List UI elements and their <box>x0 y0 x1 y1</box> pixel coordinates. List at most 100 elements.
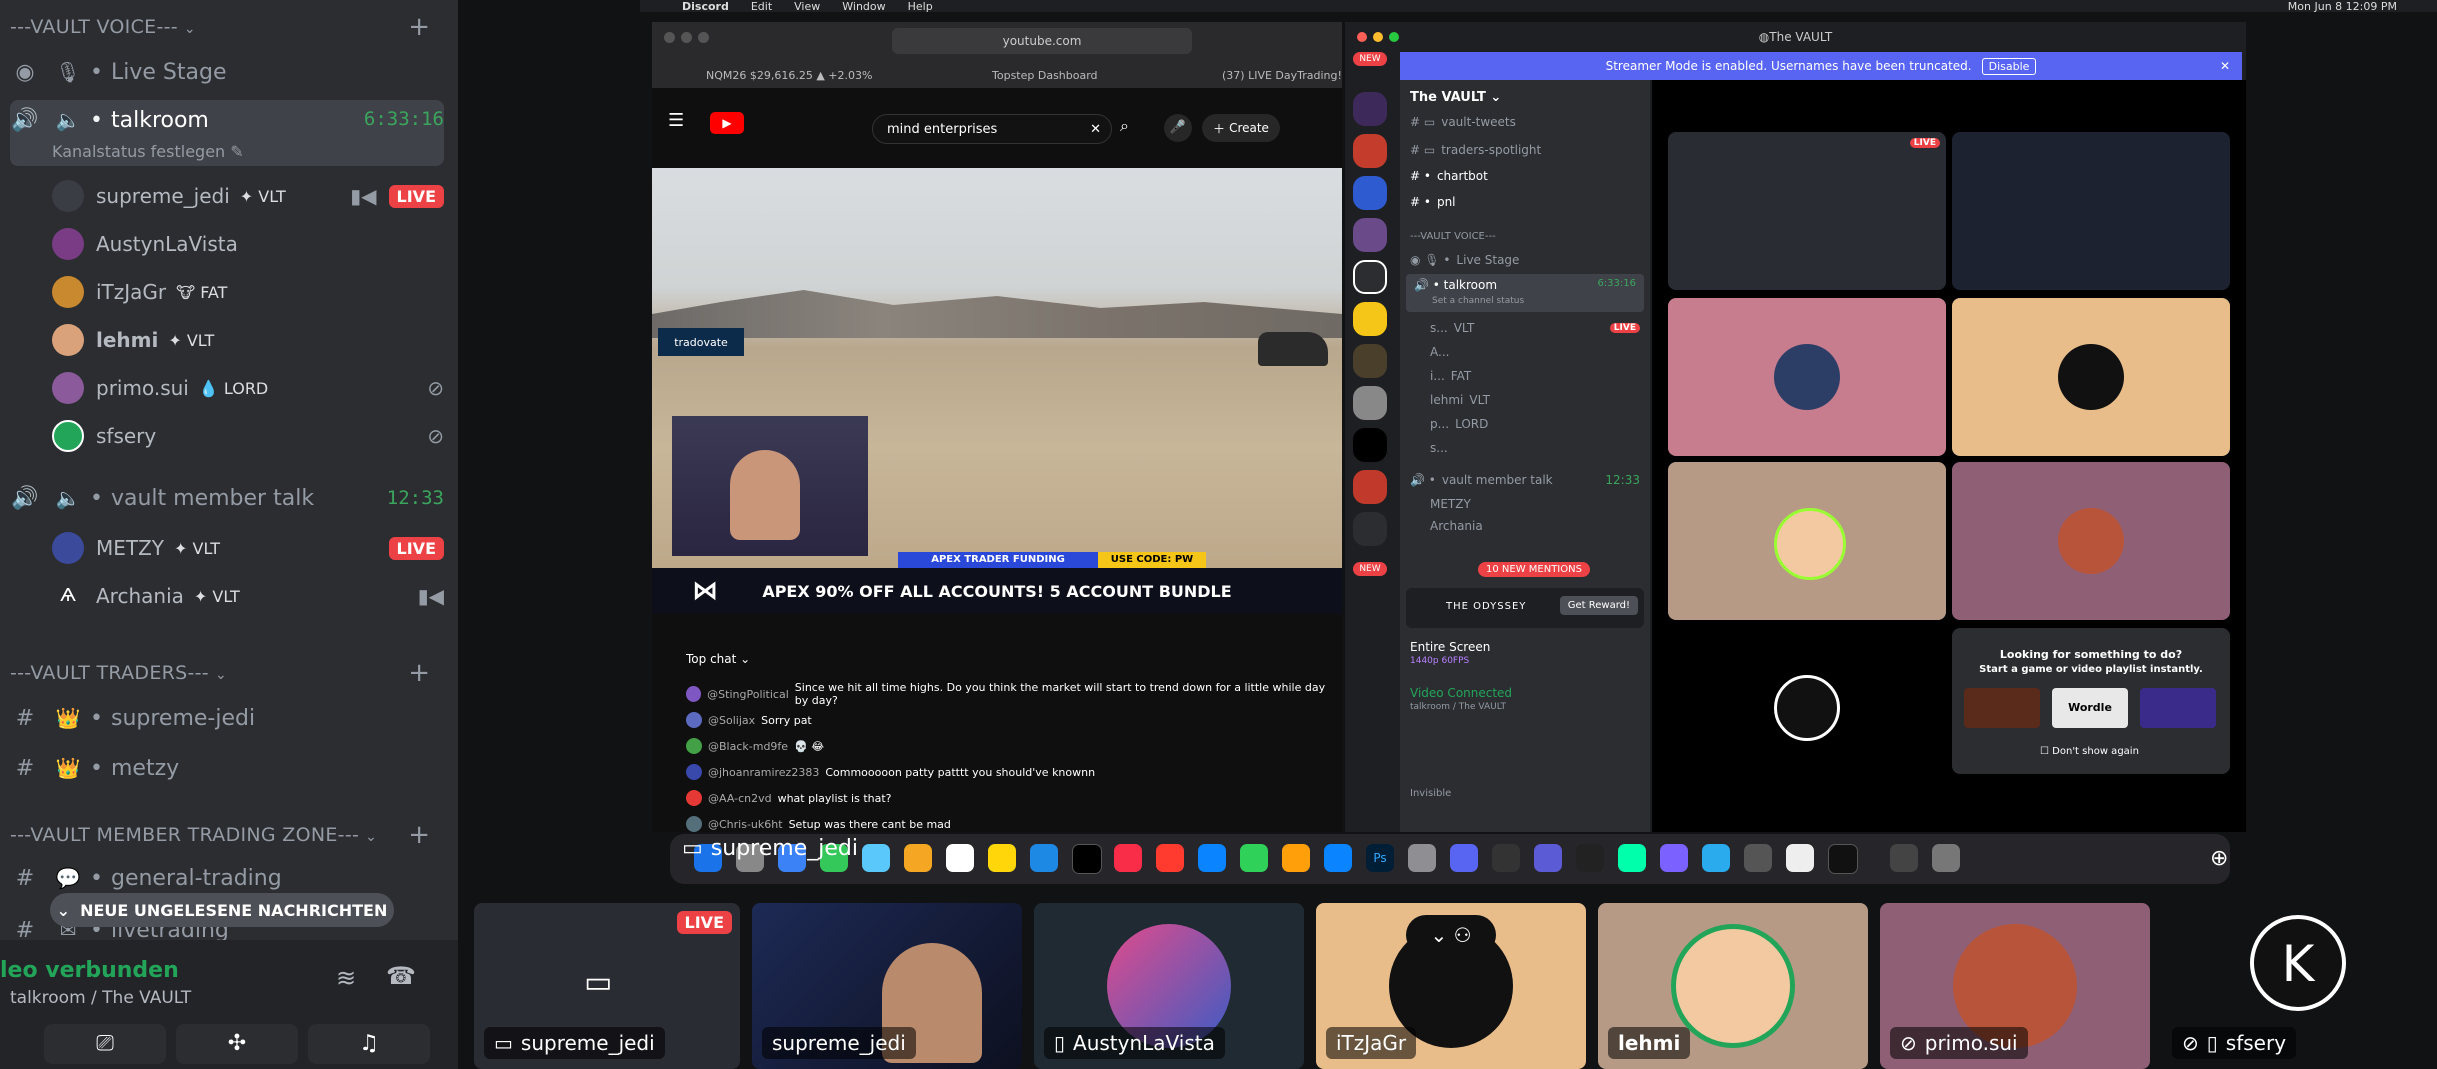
calendar-icon[interactable] <box>946 844 974 872</box>
mini-user-tile[interactable] <box>1668 298 1946 456</box>
server-icon[interactable] <box>1353 386 1387 420</box>
zoom-dot[interactable] <box>1389 32 1399 42</box>
category-vault-traders[interactable]: ---VAULT TRADERS--- ⌄ <box>10 662 227 684</box>
app-icon[interactable] <box>1618 844 1646 872</box>
address-bar[interactable]: youtube.com <box>892 28 1192 54</box>
music-icon[interactable] <box>1114 844 1142 872</box>
server-icon[interactable] <box>1353 302 1387 336</box>
video-player[interactable]: tradovate APEX TRADER FUNDING USE CODE: … <box>652 168 1342 568</box>
hamburger-menu-icon[interactable]: ☰ <box>668 110 684 131</box>
screen-share-button[interactable]: ⎚ <box>44 1024 166 1064</box>
browser-tab[interactable]: Topstep Dashboard <box>992 64 1098 86</box>
channel-supreme-jedi[interactable]: # 👑 • supreme-jedi <box>10 696 444 740</box>
mini-voice-user[interactable]: p... LORD <box>1430 414 1640 434</box>
top-chat-dropdown[interactable]: Top chat ⌄ <box>686 652 750 666</box>
noise-suppression-icon[interactable]: ≋ <box>336 964 356 992</box>
entire-screen-item[interactable]: Entire Screen <box>1410 640 1490 654</box>
browser-tab[interactable]: NQM26 $29,616.25 ▲ +2.03% <box>706 64 872 86</box>
new-unread-messages-pill[interactable]: ⌄ NEUE UNGELESENE NACHRICHTEN <box>50 893 394 927</box>
mini-channel[interactable]: # ▭ traders-spotlight <box>1410 140 1640 160</box>
disconnect-icon[interactable]: ☎ <box>386 962 416 990</box>
server-icon[interactable] <box>1353 218 1387 252</box>
channel-metzy[interactable]: # 👑 • metzy <box>10 746 444 790</box>
app-icon[interactable] <box>1534 844 1562 872</box>
mini-talkroom-active[interactable]: 🔊 • talkroom 6:33:16 Set a channel statu… <box>1406 274 1644 312</box>
participant-tile[interactable]: ▯ AustynLaVista <box>1034 903 1304 1069</box>
mini-stream-tile[interactable]: LIVE <box>1668 132 1946 290</box>
app-icon[interactable] <box>1576 844 1604 872</box>
mini-camera-tile[interactable] <box>1952 132 2230 290</box>
voice-search-icon[interactable]: 🎤 <box>1164 114 1192 142</box>
activity-thumb[interactable] <box>2140 688 2216 728</box>
app-icon[interactable] <box>1660 844 1688 872</box>
mini-voice-user[interactable]: s... <box>1430 438 1640 458</box>
channel-vault-member-talk[interactable]: 🔊 🔈 • vault member talk 12:33 <box>10 476 444 520</box>
mini-channel[interactable]: # • pnl <box>1410 192 1640 212</box>
mini-channel-vmt[interactable]: 🔊 • vault member talk 12:33 <box>1410 470 1640 490</box>
add-channel-icon[interactable]: + <box>408 12 430 42</box>
server-icon[interactable] <box>1353 344 1387 378</box>
wordle-activity[interactable]: Wordle <box>2052 688 2128 728</box>
youtube-logo-icon[interactable]: ▶ <box>710 112 744 134</box>
participant-tile[interactable]: ⌄ ⚇ iTzJaGr <box>1316 903 1586 1069</box>
telegram-icon[interactable] <box>1702 844 1730 872</box>
mini-voice-user[interactable]: Archania <box>1430 516 1640 536</box>
channel-status-setter[interactable]: Kanalstatus festlegen ✎ <box>52 142 244 161</box>
participant-tile[interactable]: K ⊘ ▯ sfsery <box>2162 903 2437 1069</box>
photos-icon[interactable] <box>904 844 932 872</box>
mini-voice-user[interactable]: s... VLT LIVE <box>1430 318 1640 338</box>
app-icon[interactable] <box>1492 844 1520 872</box>
trash-icon[interactable] <box>1932 844 1960 872</box>
mini-voice-user[interactable]: lehmi VLT <box>1430 390 1640 410</box>
participant-tile-stream[interactable]: LIVE ▭ ▭ supreme_jedi <box>474 903 740 1069</box>
mini-channel[interactable]: # • chartbot <box>1410 166 1640 186</box>
mini-user-tile[interactable] <box>1952 298 2230 456</box>
mini-channel-live-stage[interactable]: ◉ 🎙 • Live Stage <box>1410 250 1640 270</box>
minimize-dot[interactable] <box>1373 32 1383 42</box>
search-icon[interactable]: ⌕ <box>1120 116 1129 136</box>
participant-tile[interactable]: ⊘ primo.sui <box>1880 903 2150 1069</box>
youtube-search-input[interactable]: mind enterprises ✕ <box>872 114 1112 144</box>
odyssey-promo[interactable]: THE ODYSSEY Get Reward! <box>1406 588 1644 628</box>
pages-icon[interactable] <box>1282 844 1310 872</box>
mail-icon[interactable] <box>862 844 890 872</box>
add-channel-icon[interactable]: + <box>408 658 430 688</box>
voice-user-sfsery[interactable]: sfsery ⊘ <box>52 416 444 456</box>
voice-user-metzy[interactable]: METZY ✦ VLT LIVE <box>52 528 444 568</box>
server-icon[interactable] <box>1353 428 1387 462</box>
voice-user-austynlavista[interactable]: AustynLaVista <box>52 224 444 264</box>
freeform-icon[interactable] <box>1030 844 1058 872</box>
news-icon[interactable] <box>1156 844 1184 872</box>
soundboard-button[interactable]: ♫ <box>308 1024 430 1064</box>
category-vault-voice[interactable]: ---VAULT VOICE--- ⌄ <box>10 16 196 38</box>
new-mentions-pill[interactable]: 10 NEW MENTIONS <box>1478 562 1590 577</box>
category-member-trading-zone[interactable]: ---VAULT MEMBER TRADING ZONE--- ⌄ <box>10 824 377 846</box>
keynote-icon[interactable] <box>1198 844 1226 872</box>
activities-button[interactable]: ✣ <box>176 1024 298 1064</box>
folder-icon[interactable] <box>1890 844 1918 872</box>
add-channel-icon[interactable]: + <box>408 820 430 850</box>
server-icon[interactable] <box>1353 134 1387 168</box>
mini-voice-user[interactable]: METZY <box>1430 494 1640 514</box>
zoom-icon[interactable]: ⊕ <box>2210 846 2228 871</box>
participant-tile-camera[interactable]: supreme_jedi <box>752 903 1022 1069</box>
numbers-icon[interactable] <box>1240 844 1268 872</box>
voice-user-itzjagr[interactable]: iTzJaGr 🐮 FAT <box>52 272 444 312</box>
mini-user-tile[interactable] <box>1668 628 1946 788</box>
mini-user-tile[interactable] <box>1668 462 1946 620</box>
close-icon[interactable]: ✕ <box>2220 59 2230 73</box>
voice-user-lehmi[interactable]: lehmi ✦ VLT <box>52 320 444 360</box>
settings-icon[interactable] <box>1408 844 1436 872</box>
server-icon[interactable] <box>1353 260 1387 294</box>
close-dot[interactable] <box>1357 32 1367 42</box>
notes-icon[interactable] <box>988 844 1016 872</box>
channel-live-stage[interactable]: ◉ 🎙 • Live Stage <box>10 50 444 94</box>
app-icon[interactable] <box>1786 844 1814 872</box>
app-icon[interactable] <box>1744 844 1772 872</box>
create-button[interactable]: ＋ Create <box>1202 114 1280 142</box>
voice-user-primo-sui[interactable]: primo.sui 💧 LORD ⊘ <box>52 368 444 408</box>
participant-tile[interactable]: lehmi <box>1598 903 1868 1069</box>
server-icon[interactable] <box>1353 176 1387 210</box>
mini-voice-user[interactable]: i... FAT <box>1430 366 1640 386</box>
voice-user-archania[interactable]: Ѧ Archania ✦ VLT ▮◀ <box>52 576 444 616</box>
